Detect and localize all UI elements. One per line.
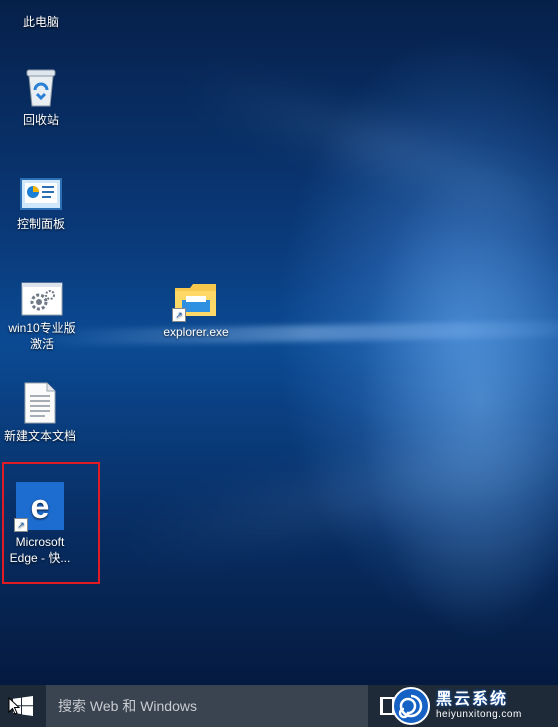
desktop-icon-label: 回收站 xyxy=(22,113,59,127)
control-panel-icon xyxy=(20,178,62,212)
desktop-icon-label: 控制面板 xyxy=(16,217,65,231)
taskbar-search-box[interactable]: 搜索 Web 和 Windows xyxy=(46,685,368,727)
desktop-icon-explorer-exe[interactable]: ↗ explorer.exe xyxy=(158,282,234,340)
highlight-box xyxy=(2,462,100,584)
desktop-icon-this-pc[interactable]: 此电脑 xyxy=(8,0,74,30)
gear-settings-icon xyxy=(21,282,63,316)
recycle-bin-icon xyxy=(23,68,59,108)
desktop-icon-label: win10专业版 激活 xyxy=(8,321,76,351)
shortcut-arrow-icon: ↗ xyxy=(172,308,186,322)
desktop-icon-label: explorer.exe xyxy=(163,325,229,339)
watermark-title: 黑云系统 xyxy=(436,691,509,708)
desktop-icon-new-text-document[interactable]: 新建文本文档 xyxy=(0,382,80,444)
text-document-icon xyxy=(23,382,57,424)
desktop-icon-control-panel[interactable]: 控制面板 xyxy=(6,178,76,232)
desktop-icon-label: 此电脑 xyxy=(22,15,59,29)
desktop-icon-win10-activation[interactable]: win10专业版 激活 xyxy=(2,282,82,352)
search-placeholder: 搜索 Web 和 Windows xyxy=(58,698,197,714)
file-explorer-icon: ↗ xyxy=(172,282,218,322)
desktop-icon-recycle-bin[interactable]: 回收站 xyxy=(8,68,74,128)
watermark-url: heiyunxitong.com xyxy=(436,709,522,720)
taskbar: 搜索 Web 和 Windows 黑云系统 heiyunxitong.com xyxy=(0,685,558,727)
desktop: 此电脑 回收站 控制面板 win10专业版 激活 新建文本文档 e ↗ Micr… xyxy=(0,0,558,685)
swirl-logo-icon xyxy=(392,687,430,725)
mouse-cursor-icon xyxy=(8,697,20,715)
desktop-icon-label: 新建文本文档 xyxy=(3,429,76,443)
wallpaper-glow xyxy=(350,140,558,660)
start-button[interactable] xyxy=(0,685,46,727)
watermark: 黑云系统 heiyunxitong.com xyxy=(388,685,558,727)
